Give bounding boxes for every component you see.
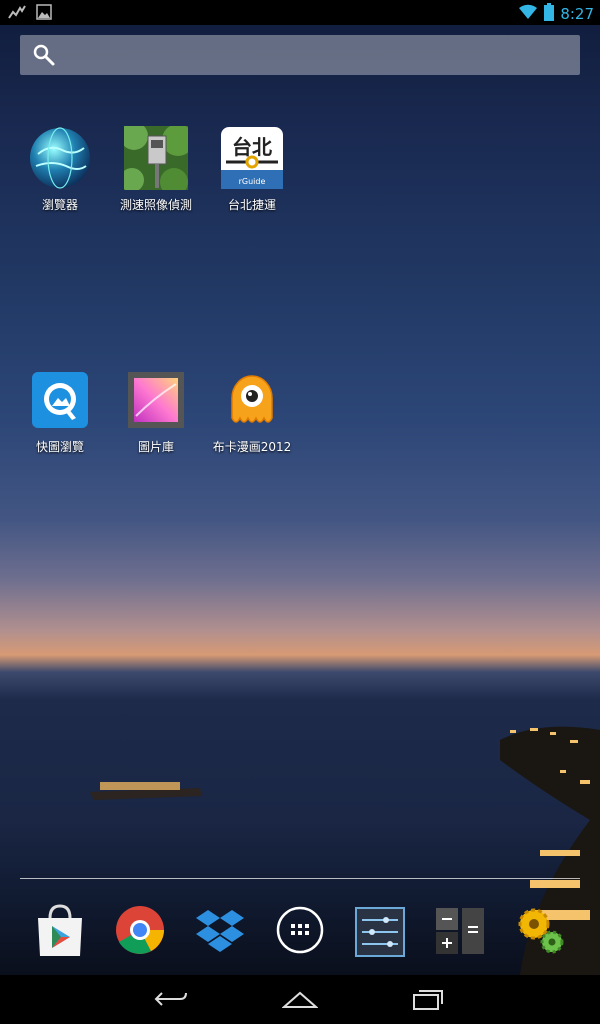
app-speed-camera[interactable]: 測速照像偵測 xyxy=(108,122,204,213)
app-gallery[interactable]: 圖片庫 xyxy=(108,368,204,455)
app-label: 台北捷運 xyxy=(227,198,276,212)
app-browser[interactable]: 瀏覽器 xyxy=(12,126,108,213)
app-buka-manga[interactable]: 布卡漫画2012 xyxy=(204,368,300,455)
home-icon[interactable] xyxy=(281,987,319,1015)
activity-icon xyxy=(8,4,26,24)
app-taipei-metro[interactable]: 台北 rGuide 台北捷運 xyxy=(204,126,300,213)
cruise-ship-lights xyxy=(90,772,210,806)
speed-camera-icon xyxy=(120,122,194,196)
calculator-icon[interactable] xyxy=(430,900,490,960)
app-label: 快圖瀏覽 xyxy=(35,440,84,454)
app-quickpic[interactable]: 快圖瀏覽 xyxy=(12,368,108,455)
wifi-icon xyxy=(518,4,538,24)
play-store-icon[interactable] xyxy=(30,900,90,960)
metro-badge-text: 台北 xyxy=(232,135,272,159)
app-label: 測速照像偵測 xyxy=(119,198,192,212)
status-bar: 8:27 xyxy=(0,0,600,25)
navigation-bar xyxy=(0,975,600,1024)
dropbox-icon[interactable] xyxy=(190,900,250,960)
search-bar[interactable] xyxy=(20,35,580,75)
clock: 8:27 xyxy=(560,5,594,23)
buka-manga-icon xyxy=(220,368,284,432)
chrome-icon[interactable] xyxy=(110,900,170,960)
app-drawer-icon[interactable] xyxy=(270,900,330,960)
metro-sub-text: rGuide xyxy=(239,177,266,186)
settings-gears-icon[interactable] xyxy=(510,900,570,960)
app-label: 瀏覽器 xyxy=(41,198,78,212)
taipei-metro-icon: 台北 rGuide xyxy=(220,126,284,190)
dock xyxy=(0,895,600,965)
search-icon[interactable] xyxy=(32,43,56,71)
battery-icon xyxy=(544,3,555,25)
quickpic-icon xyxy=(28,368,92,432)
back-icon[interactable] xyxy=(152,987,192,1015)
settings-sliders-icon[interactable] xyxy=(350,900,410,960)
gallery-notification-icon xyxy=(36,4,52,24)
dock-divider xyxy=(20,878,580,879)
app-label: 布卡漫画2012 xyxy=(212,440,292,454)
globe-browser-icon xyxy=(28,126,92,190)
recent-apps-icon[interactable] xyxy=(410,987,446,1015)
gallery-icon xyxy=(124,368,188,432)
app-label: 圖片庫 xyxy=(137,440,174,454)
